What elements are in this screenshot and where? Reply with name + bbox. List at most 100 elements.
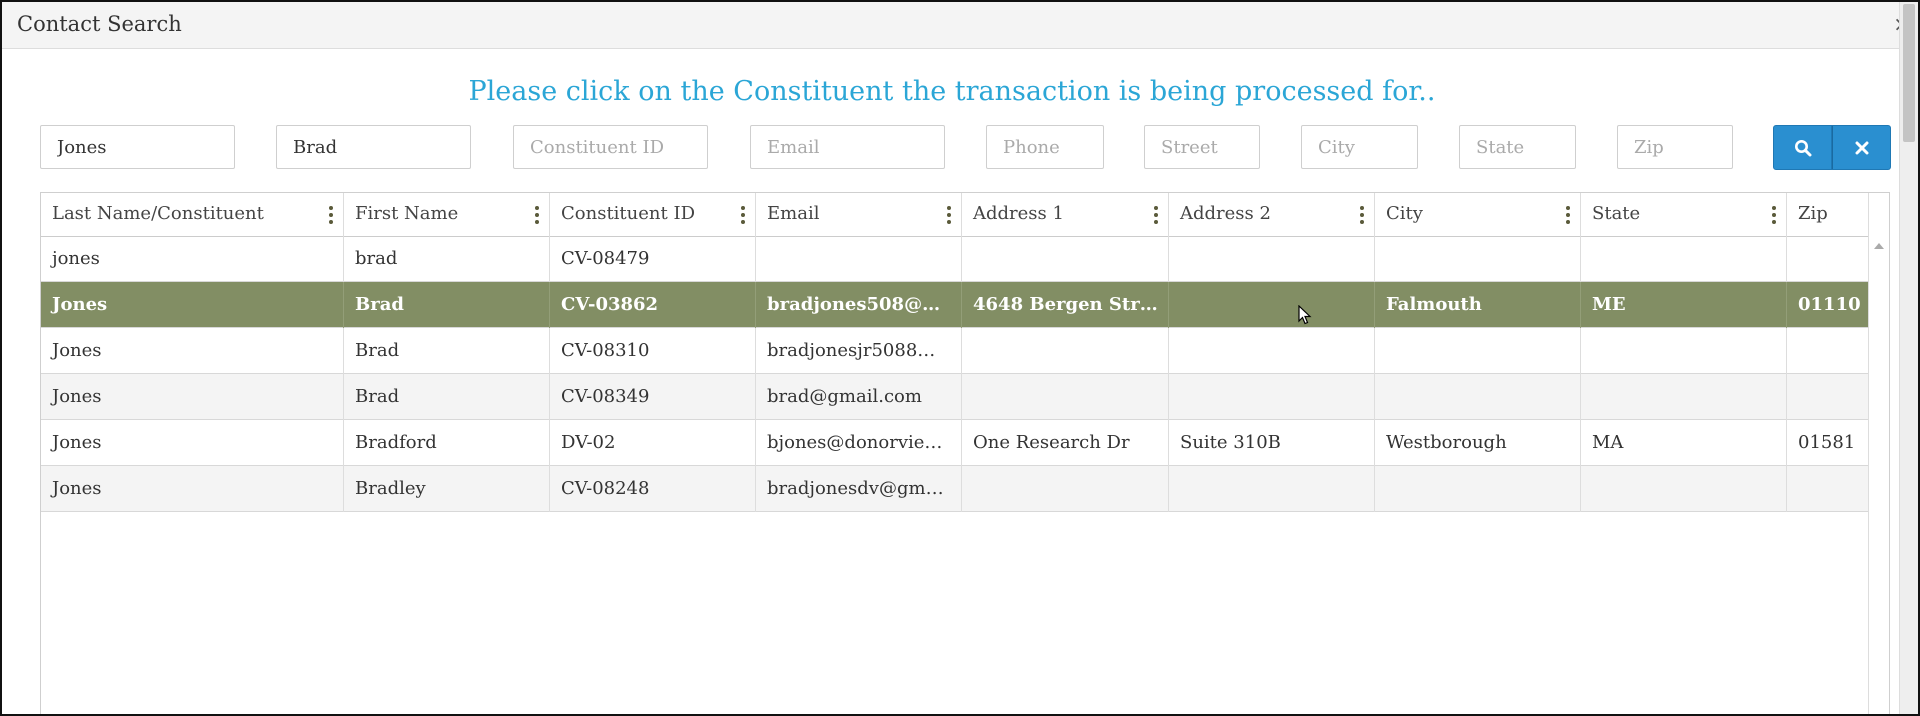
column-header-label: Address 1 [973,203,1064,224]
table-cell: bjones@donorview.com [756,420,962,466]
column-header[interactable]: State [1581,193,1787,236]
state-input[interactable] [1459,125,1576,169]
table-cell [1169,466,1375,512]
table-cell [1169,282,1375,328]
table-row[interactable]: JonesBradCV-03862bradjones508@gmail.com4… [41,282,1871,328]
table-cell [962,466,1169,512]
table-cell [962,374,1169,420]
table-cell: bradjonesdv@gmail.com [756,466,962,512]
table-cell: CV-08310 [550,328,756,374]
table-cell: CV-08248 [550,466,756,512]
table-cell [1169,236,1375,282]
table-cell: Brad [344,282,550,328]
scroll-up-icon[interactable] [1874,243,1884,249]
table-cell: CV-03862 [550,282,756,328]
table-cell: 01581 [1798,432,1856,453]
dialog-titlebar: Contact Search × [2,2,1918,49]
table-row[interactable]: jones brad CV-08479 [41,236,1871,282]
instruction-text: Please click on the Constituent the tran… [468,76,1436,107]
column-header-label: Zip [1798,203,1828,224]
grid-header: Last Name/Constituent First Name Constitue… [41,193,1871,237]
column-header[interactable]: Constituent ID [550,193,756,236]
table-cell: Brad [344,328,550,374]
column-menu-icon[interactable] [535,206,539,224]
table-cell: 01110 [1798,294,1861,315]
search-button[interactable] [1773,125,1832,170]
column-menu-icon[interactable] [1566,206,1570,224]
column-header-label: City [1386,203,1423,224]
column-menu-icon[interactable] [947,206,951,224]
table-cell: MA [1581,420,1787,466]
table-cell [1375,374,1581,420]
column-menu-icon[interactable] [1154,206,1158,224]
table-cell [1787,466,1871,512]
column-header[interactable]: Address 1 [962,193,1169,236]
grid-scrollbar[interactable] [1868,193,1889,714]
table-cell: brad [344,236,550,282]
table-cell: Jones [41,282,344,328]
column-header[interactable]: City [1375,193,1581,236]
column-menu-icon[interactable] [1360,206,1364,224]
table-cell: bradjonesjr5088@gmail.com [756,328,962,374]
column-header-label: First Name [355,203,459,224]
table-cell: bradjones508@gmail.com [756,282,962,328]
table-row[interactable]: Jones Brad CV-08349 brad@gmail.com [41,374,1871,420]
table-cell: Bradford [344,420,550,466]
table-cell: 4648 Bergen Street [962,282,1169,328]
results-grid: Last Name/Constituent First Name Constitue… [40,192,1890,714]
table-cell: Westborough [1375,420,1581,466]
table-cell: One Research Dr [962,420,1169,466]
zip-input[interactable] [1617,125,1733,169]
column-header[interactable]: First Name [344,193,550,236]
table-cell [1787,236,1871,282]
dialog-scrollbar[interactable] [1899,2,1918,714]
table-cell [1787,374,1871,420]
clear-button[interactable] [1832,125,1891,170]
table-row[interactable]: JonesBradCV-08310bradjonesjr5088@gmail.c… [41,328,1871,374]
table-cell [962,236,1169,282]
column-header[interactable]: Last Name/Constituent [41,193,344,236]
table-cell: brad@gmail.com [756,374,962,420]
column-header[interactable]: Zip [1787,193,1871,236]
column-menu-icon[interactable] [329,206,333,224]
table-cell: CV-08479 [550,236,756,282]
table-cell: Jones [41,420,344,466]
table-cell [1169,328,1375,374]
first-name-input[interactable] [276,125,471,169]
table-cell [1375,236,1581,282]
column-header[interactable]: Email [756,193,962,236]
table-row[interactable]: Jones Bradford DV-02 bjones@donorview.com On… [41,420,1871,466]
table-cell [1375,466,1581,512]
table-cell [1581,374,1787,420]
city-input[interactable] [1301,125,1418,169]
street-input[interactable] [1144,125,1260,169]
table-cell: CV-08349 [550,374,756,420]
table-cell [962,328,1169,374]
table-cell: Jones [41,466,344,512]
contact-search-dialog: Contact Search × Please click on the Con… [0,0,1920,716]
table-cell: Brad [344,374,550,420]
table-cell: Jones [41,328,344,374]
column-menu-icon[interactable] [741,206,745,224]
column-header-label: State [1592,203,1641,224]
table-cell [1787,328,1871,374]
table-cell [1581,466,1787,512]
last-name-input[interactable] [40,125,235,169]
scrollbar-thumb[interactable] [1903,4,1915,142]
table-cell [1581,236,1787,282]
column-menu-icon[interactable] [1772,206,1776,224]
constituent-id-input[interactable] [513,125,708,169]
mouse-cursor-icon [1298,305,1312,325]
column-header-label: Email [767,203,820,224]
table-cell [1581,328,1787,374]
column-header[interactable]: Address 2 [1169,193,1375,236]
column-header-label: Last Name/Constituent [52,203,264,224]
phone-input[interactable] [986,125,1104,169]
table-cell: DV-02 [550,420,756,466]
email-input[interactable] [750,125,945,169]
table-cell [1169,374,1375,420]
table-row[interactable]: JonesBradleyCV-08248bradjonesdv@gmail.co… [41,466,1871,512]
table-cell: Jones [41,374,344,420]
table-cell: Suite 310B [1169,420,1375,466]
column-header-label: Constituent ID [561,203,695,224]
